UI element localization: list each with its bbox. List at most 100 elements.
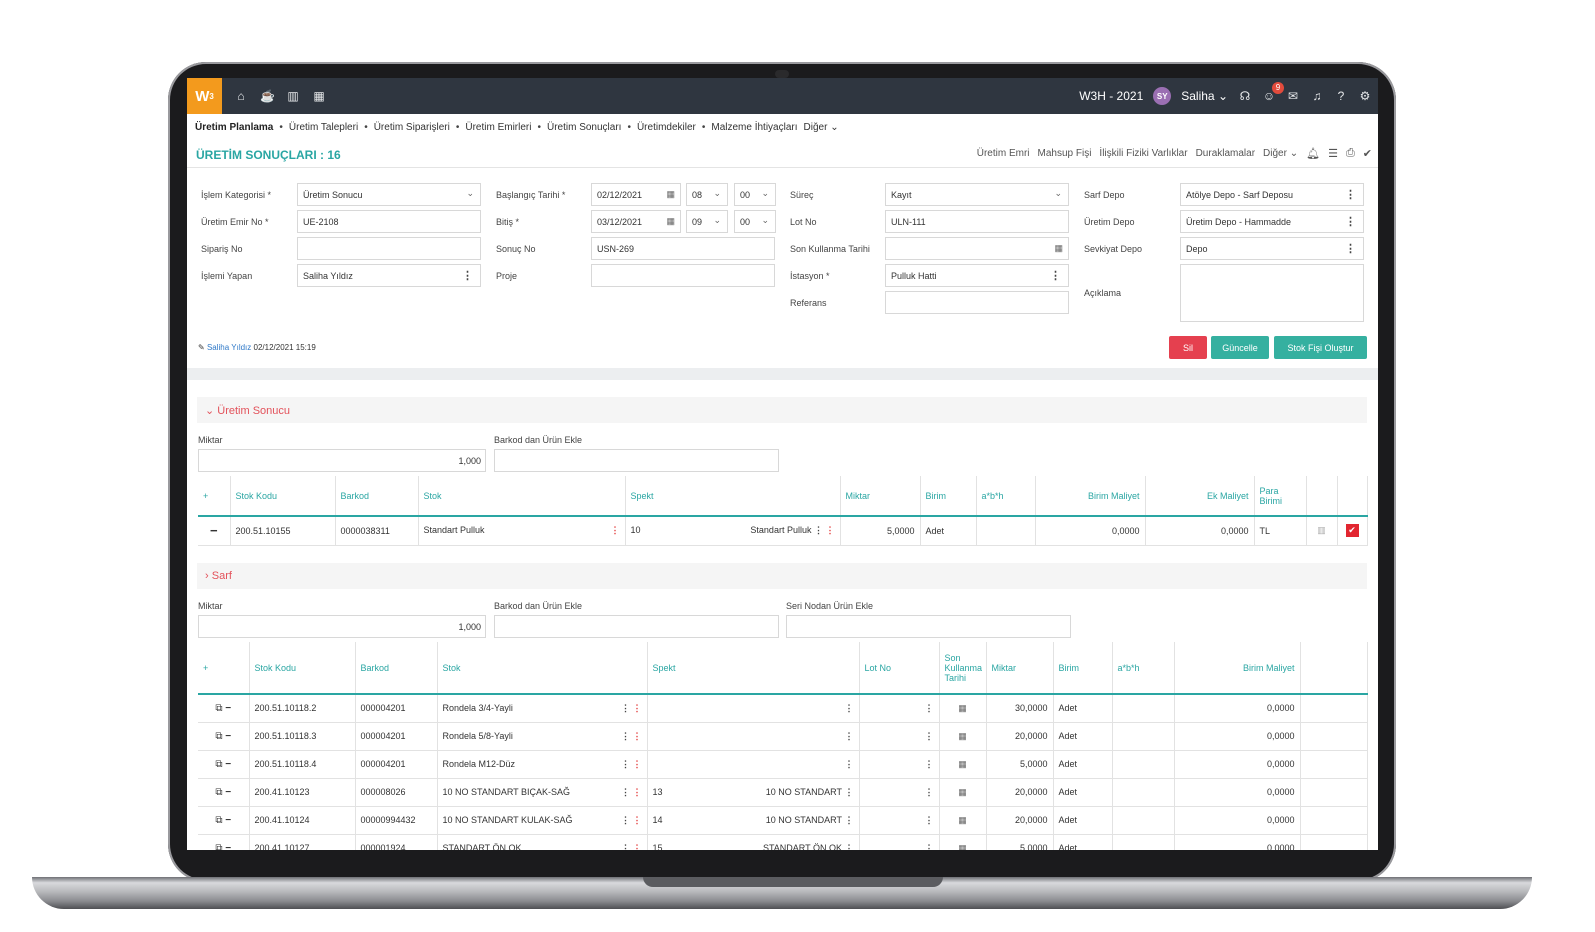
menu-more[interactable]: Diğer ⌄ bbox=[804, 122, 839, 133]
col-header[interactable]: Birim bbox=[920, 476, 977, 517]
more-icon[interactable]: ⋮ bbox=[1345, 242, 1356, 255]
section-uretim-sonucu[interactable]: ⌄ Üretim Sonucu bbox=[197, 397, 1367, 423]
copy-icon[interactable]: ⧉ bbox=[215, 815, 222, 826]
cell-stok[interactable]: STANDART ÖN OK ⋮ ⋮ bbox=[437, 834, 648, 851]
col-header[interactable]: Birim Maliyet bbox=[1035, 476, 1146, 517]
menu-item[interactable]: Üretim Emirleri bbox=[465, 122, 531, 133]
proje-field[interactable] bbox=[591, 264, 775, 287]
cell-barkod[interactable]: 000004201 bbox=[355, 750, 438, 779]
cell-lot-no[interactable]: ⋮ bbox=[859, 806, 940, 835]
cell-ek-maliyet[interactable]: 0,0000 bbox=[1145, 516, 1255, 546]
cell-birim[interactable]: Adet bbox=[1053, 806, 1113, 835]
surec-select[interactable]: Kayıt ⌄ bbox=[885, 183, 1069, 206]
cup-icon[interactable]: ☕ bbox=[260, 89, 275, 103]
more-icon[interactable]: ⋮ bbox=[618, 703, 630, 714]
list-icon[interactable]: ☰ bbox=[1328, 147, 1338, 160]
cell-stok-kodu[interactable]: 200.51.10118.4 bbox=[249, 750, 356, 779]
record-user[interactable]: Saliha Yıldız bbox=[207, 343, 251, 352]
calendar-icon[interactable]: ▦ bbox=[939, 750, 987, 779]
referans-field[interactable] bbox=[885, 291, 1069, 314]
baslangic-date-field[interactable]: 02/12/2021 ▦ bbox=[591, 183, 681, 206]
remove-row-icon[interactable]: − bbox=[225, 703, 231, 714]
app-logo[interactable]: W3 bbox=[187, 78, 222, 114]
cell-birim[interactable]: Adet bbox=[1053, 694, 1113, 723]
more-icon[interactable]: ⋮ bbox=[842, 787, 853, 798]
cell-barkod[interactable]: 000004201 bbox=[355, 694, 438, 723]
smile-icon[interactable]: ☺ 9 bbox=[1262, 82, 1284, 103]
calendar-icon[interactable]: ▦ bbox=[939, 834, 987, 850]
more-icon[interactable]: ⋮ bbox=[611, 525, 620, 536]
bitis-date-field[interactable]: 03/12/2021 ▦ bbox=[591, 210, 681, 233]
cell-stok[interactable]: Rondela M12-Düz ⋮ ⋮ bbox=[437, 750, 648, 779]
action-mahsup-fisi[interactable]: Mahsup Fişi bbox=[1038, 148, 1092, 159]
cell-stok-kodu[interactable]: 200.51.10118.3 bbox=[249, 722, 356, 751]
menu-item[interactable]: Üretim Talepleri bbox=[289, 122, 358, 133]
calendar-icon[interactable]: ▦ bbox=[666, 216, 675, 227]
more-icon[interactable]: ⋮ bbox=[1345, 188, 1356, 201]
more-icon[interactable]: ⋮ bbox=[630, 843, 641, 851]
menu-item[interactable]: Üretimdekiler bbox=[637, 122, 696, 133]
calendar-icon[interactable]: ▦ bbox=[312, 89, 326, 103]
calendar-icon[interactable]: ▦ bbox=[939, 722, 987, 751]
col-header[interactable]: Barkod bbox=[355, 642, 438, 695]
uretim-depo-field[interactable]: Üretim Depo - Hammadde ⋮ bbox=[1180, 210, 1364, 233]
col-header[interactable]: Birim Maliyet bbox=[1174, 642, 1301, 695]
chat-icon[interactable]: ✉ bbox=[1286, 89, 1300, 103]
remove-row-icon[interactable]: − bbox=[198, 516, 231, 546]
cell-spekt[interactable]: 15 ⋮ STANDART ÖN OK bbox=[647, 834, 860, 850]
cell-lot-no[interactable]: ⋮ bbox=[859, 834, 940, 850]
cell-spekt[interactable]: ⋮ bbox=[647, 722, 860, 751]
sarf-miktar-field[interactable]: 1,000 bbox=[198, 615, 486, 638]
more-icon[interactable]: ⋮ bbox=[618, 731, 630, 742]
sarf-depo-field[interactable]: Atölye Depo - Sarf Deposu ⋮ bbox=[1180, 183, 1364, 206]
remove-row-icon[interactable]: − bbox=[225, 731, 231, 742]
cell-birim[interactable]: Adet bbox=[920, 516, 977, 546]
more-icon[interactable]: ⋮ bbox=[823, 525, 834, 536]
cell-birim[interactable]: Adet bbox=[1053, 834, 1113, 850]
cell-miktar[interactable]: 20,0000 bbox=[986, 806, 1054, 835]
bell-icon[interactable]: ♫ bbox=[1310, 89, 1324, 103]
col-header[interactable]: Barkod bbox=[335, 476, 419, 517]
cell-abh[interactable] bbox=[1112, 806, 1175, 835]
more-icon[interactable]: ⋮ bbox=[630, 731, 641, 742]
col-header[interactable]: Miktar bbox=[986, 642, 1054, 695]
cell-birim-maliyet[interactable]: 0,0000 bbox=[1174, 722, 1301, 751]
more-icon[interactable]: ⋮ bbox=[842, 703, 853, 714]
cell-birim[interactable]: Adet bbox=[1053, 722, 1113, 751]
check-icon[interactable]: ✔ bbox=[1363, 147, 1372, 160]
col-header[interactable]: Para Birimi bbox=[1254, 476, 1307, 517]
cell-abh[interactable] bbox=[1112, 750, 1175, 779]
baslangic-minute-select[interactable]: 00 ⌄ bbox=[734, 183, 776, 206]
menu-active[interactable]: Üretim Planlama bbox=[195, 122, 273, 133]
copy-icon[interactable]: ⧉ bbox=[215, 731, 222, 742]
more-icon[interactable]: ⋮ bbox=[925, 787, 934, 798]
calendar-icon[interactable]: ▦ bbox=[1054, 243, 1063, 254]
cell-stok[interactable]: Rondela 5/8-Yayli ⋮ ⋮ bbox=[437, 722, 648, 751]
copy-icon[interactable]: ⧉ bbox=[215, 703, 222, 714]
print-icon[interactable]: ⎙ bbox=[1346, 147, 1355, 160]
aciklama-textarea[interactable] bbox=[1180, 264, 1364, 322]
cell-stok-kodu[interactable]: 200.41.10127 bbox=[249, 834, 356, 850]
col-header[interactable]: a*b*h bbox=[1112, 642, 1175, 695]
lot-no-field[interactable]: ULN-111 bbox=[885, 210, 1069, 233]
calendar-icon[interactable]: ▦ bbox=[666, 189, 675, 200]
cell-barkod[interactable]: 000004201 bbox=[355, 722, 438, 751]
cell-miktar[interactable]: 30,0000 bbox=[986, 694, 1054, 723]
cell-abh[interactable] bbox=[1112, 694, 1175, 723]
istasyon-field[interactable]: Pulluk Hatti ⋮ bbox=[885, 264, 1069, 287]
copy-icon[interactable]: ⧉ bbox=[215, 759, 222, 770]
menu-item[interactable]: Üretim Siparişleri bbox=[374, 122, 450, 133]
cell-barkod[interactable]: 00000994432 bbox=[355, 806, 438, 835]
more-icon[interactable]: ⋮ bbox=[618, 843, 630, 851]
table-row[interactable]: ⧉ − 200.51.10118.2 000004201 Rondela 3/4-Ya… bbox=[198, 694, 1368, 723]
cell-spekt[interactable]: ⋮ bbox=[647, 694, 860, 723]
cell-stok-kodu[interactable]: 200.41.10123 bbox=[249, 778, 356, 807]
section-sarf[interactable]: › Sarf bbox=[197, 563, 1367, 589]
add-row-icon[interactable]: + bbox=[198, 476, 231, 517]
more-icon[interactable]: ⋮ bbox=[811, 525, 823, 536]
calendar-icon[interactable]: ▦ bbox=[939, 694, 987, 723]
table-row[interactable]: ⧉ − 200.41.10123 000008026 10 NO STANDART B… bbox=[198, 778, 1368, 807]
cell-birim[interactable]: Adet bbox=[1053, 750, 1113, 779]
headset-icon[interactable]: ☊ bbox=[1238, 89, 1252, 103]
cell-barkod[interactable]: 000008026 bbox=[355, 778, 438, 807]
